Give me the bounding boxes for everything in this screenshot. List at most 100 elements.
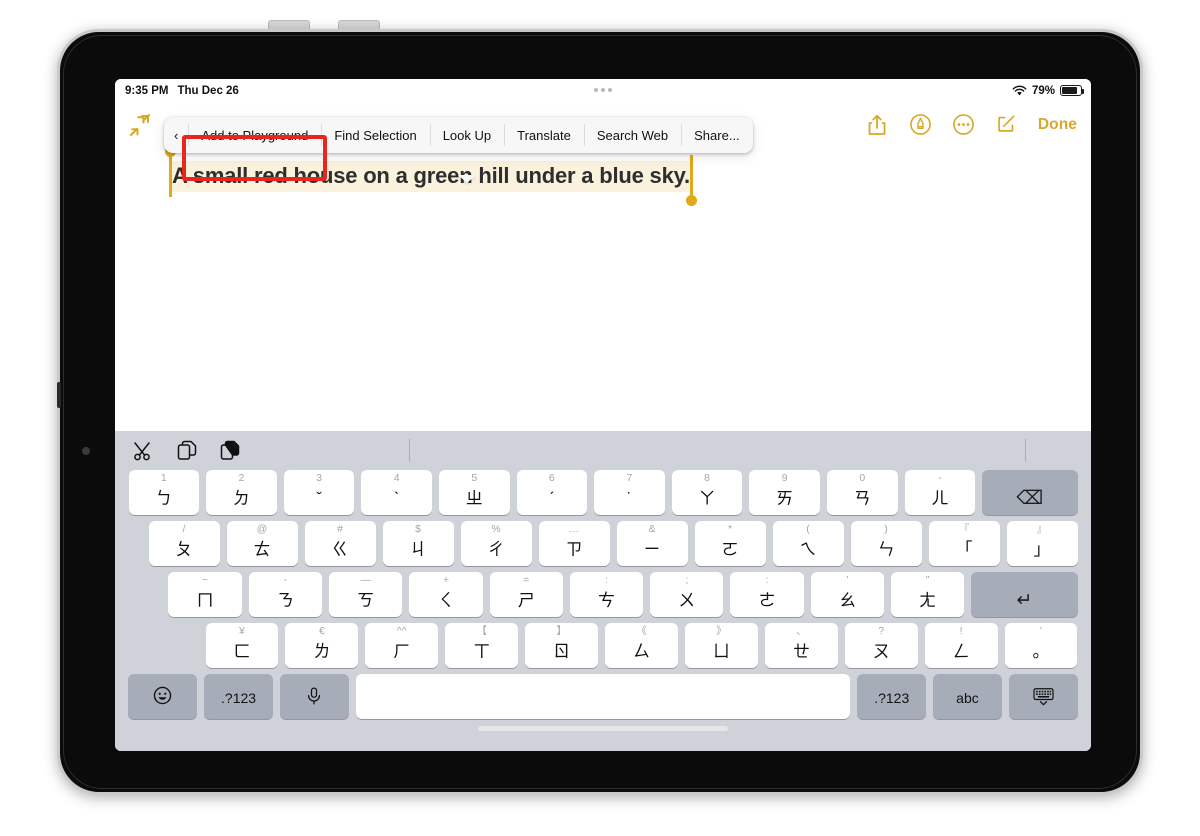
key-ㄘ[interactable]: :ㄘ: [569, 572, 644, 617]
key-alt-label: ": [925, 574, 930, 586]
key-ㄨ[interactable]: ; ㄨ: [650, 572, 724, 617]
key-ㄛ[interactable]: * ㄛ: [694, 521, 766, 566]
paste-icon[interactable]: [218, 439, 242, 463]
key-ㄝ[interactable]: 、ㄝ: [764, 623, 838, 668]
more-ellipsis-icon[interactable]: [952, 113, 974, 137]
key-ㄆ[interactable]: / ㄆ: [148, 521, 220, 566]
key-alt-label: ~: [202, 574, 209, 586]
key-ㄡ[interactable]: ? ㄡ: [844, 623, 918, 668]
battery-percent: 79%: [1031, 84, 1055, 97]
key-ㄟ[interactable]: (ㄟ: [772, 521, 844, 566]
key-ㄙ[interactable]: 《ㄙ: [605, 623, 678, 668]
note-body[interactable]: A small red house on a green hill under …: [115, 146, 1091, 431]
key-。[interactable]: '。: [1004, 623, 1078, 668]
key-main-label: ㄥ: [952, 642, 970, 661]
key-ㄩ[interactable]: 》ㄩ: [684, 623, 758, 668]
key-main-label: ㄛ: [721, 540, 739, 559]
key-ㄎ[interactable]: — ㄎ: [329, 572, 403, 617]
key-ㄥ[interactable]: ! ㄥ: [924, 623, 998, 668]
key-˙[interactable]: 7 ˙: [594, 470, 665, 515]
share-icon[interactable]: [866, 113, 888, 137]
key-ㄒ[interactable]: 【ㄒ: [445, 623, 519, 668]
key-ㄑ[interactable]: + ㄑ: [409, 572, 483, 617]
key-main-label: ㄆ: [175, 540, 193, 559]
key-ㄦ[interactable]: -ㄦ: [904, 470, 976, 515]
key-main-label: 。: [1032, 642, 1050, 661]
copy-icon[interactable]: [175, 439, 199, 463]
menu-item-look-up[interactable]: Look Up: [429, 117, 504, 153]
key-ㄤ[interactable]: " ㄤ: [891, 572, 965, 617]
key-alt-label: 8: [704, 472, 710, 484]
selection-handle-left[interactable]: [165, 146, 176, 197]
dismiss-keyboard-key[interactable]: [1008, 674, 1078, 719]
key-ㄖ[interactable]: 】ㄖ: [525, 623, 599, 668]
key-ㄜ[interactable]: :ㄜ: [730, 572, 804, 617]
cut-scissors-icon[interactable]: [132, 439, 156, 463]
key-ㄚ[interactable]: 8ㄚ: [671, 470, 743, 515]
key-main-label: ↵: [1016, 590, 1033, 611]
return-key[interactable]: ↵: [971, 572, 1078, 617]
key-ㄍ[interactable]: # ㄍ: [304, 521, 376, 566]
key-alt-label: ': [1040, 625, 1043, 637]
annotation-highlight-box: [182, 135, 328, 181]
key-ˇ[interactable]: 3ˇ: [283, 470, 355, 515]
multitask-dot: [608, 88, 612, 92]
key-ㄣ[interactable]: ) ㄣ: [850, 521, 922, 566]
multitasking-control[interactable]: [594, 88, 612, 92]
key-alt-label: 1: [160, 472, 167, 484]
key-alt-label: 3: [316, 472, 322, 484]
callout-menu-tail: [457, 175, 476, 183]
status-date: Thu Dec 26: [177, 84, 239, 97]
abc-key[interactable]: abc: [933, 674, 1002, 719]
key-ㄅ[interactable]: 1ㄅ: [128, 470, 200, 515]
compose-icon[interactable]: [995, 113, 1017, 137]
screenshot-root: 9:35 PM Thu Dec 26 79% ‹ Add to Playgrou…: [0, 0, 1200, 836]
key-ㄊ[interactable]: @ ㄊ: [226, 521, 298, 566]
key-alt-label: @: [256, 523, 268, 535]
key-alt-label: 、: [796, 625, 807, 637]
emoji-key[interactable]: [128, 674, 198, 719]
wifi-icon: [1012, 85, 1027, 97]
key-main-label: ㄨ: [678, 591, 696, 610]
numeric-key-left[interactable]: .?123: [204, 674, 273, 719]
key-ㄢ[interactable]: 0ㄢ: [826, 470, 898, 515]
home-indicator[interactable]: [478, 726, 728, 731]
numeric-key-right[interactable]: .?123: [857, 674, 927, 719]
status-bar: 9:35 PM Thu Dec 26 79%: [115, 79, 1091, 102]
key-ㄞ[interactable]: 9ㄞ: [749, 470, 820, 515]
key-alt-label: !: [959, 625, 963, 637]
dismiss-keyboard-icon: [1032, 687, 1055, 719]
key-「[interactable]: 『「: [928, 521, 1000, 566]
key-ˊ[interactable]: 6ˊ: [516, 470, 588, 515]
key-ㄗ[interactable]: … ㄗ: [538, 521, 610, 566]
key-alt-label: $: [415, 523, 421, 535]
menu-item-translate[interactable]: Translate: [504, 117, 584, 153]
selection-handle-right[interactable]: [686, 155, 697, 206]
dictation-key[interactable]: [279, 674, 349, 719]
key-」[interactable]: 』」: [1006, 521, 1078, 566]
key-ㄌ[interactable]: € ㄌ: [285, 623, 359, 668]
collapse-arrows-icon[interactable]: [127, 112, 153, 138]
key-ㄏ[interactable]: ^^ ㄏ: [365, 623, 439, 668]
key-ㄧ[interactable]: & ㄧ: [616, 521, 688, 566]
backspace-key[interactable]: ⌫: [982, 470, 1078, 515]
power-button[interactable]: [57, 382, 61, 408]
key-ㄈ[interactable]: ¥ ㄈ: [205, 623, 279, 668]
key-ㄇ[interactable]: ~ ㄇ: [168, 572, 242, 617]
key-ㄓ[interactable]: 5ㄓ: [438, 470, 510, 515]
key-ㄋ[interactable]: -ㄋ: [248, 572, 323, 617]
menu-item-search-web[interactable]: Search Web: [583, 117, 681, 153]
space-key[interactable]: [355, 674, 851, 719]
key-ㄔ[interactable]: % ㄔ: [460, 521, 532, 566]
key-ˋ[interactable]: 4ˋ: [361, 470, 432, 515]
menu-item-find-selection[interactable]: Find Selection: [321, 117, 429, 153]
key-ㄐ[interactable]: $ ㄐ: [382, 521, 454, 566]
key-ㄠ[interactable]: ' ㄠ: [810, 572, 884, 617]
markup-pen-icon[interactable]: [909, 113, 931, 137]
key-main-label: ㄔ: [487, 540, 505, 559]
key-ㄕ[interactable]: = ㄕ: [489, 572, 563, 617]
menu-item-share[interactable]: Share...: [681, 117, 753, 153]
key-ㄉ[interactable]: 2ㄉ: [206, 470, 277, 515]
done-button[interactable]: Done: [1038, 116, 1077, 134]
shortcut-divider: [1025, 439, 1026, 462]
